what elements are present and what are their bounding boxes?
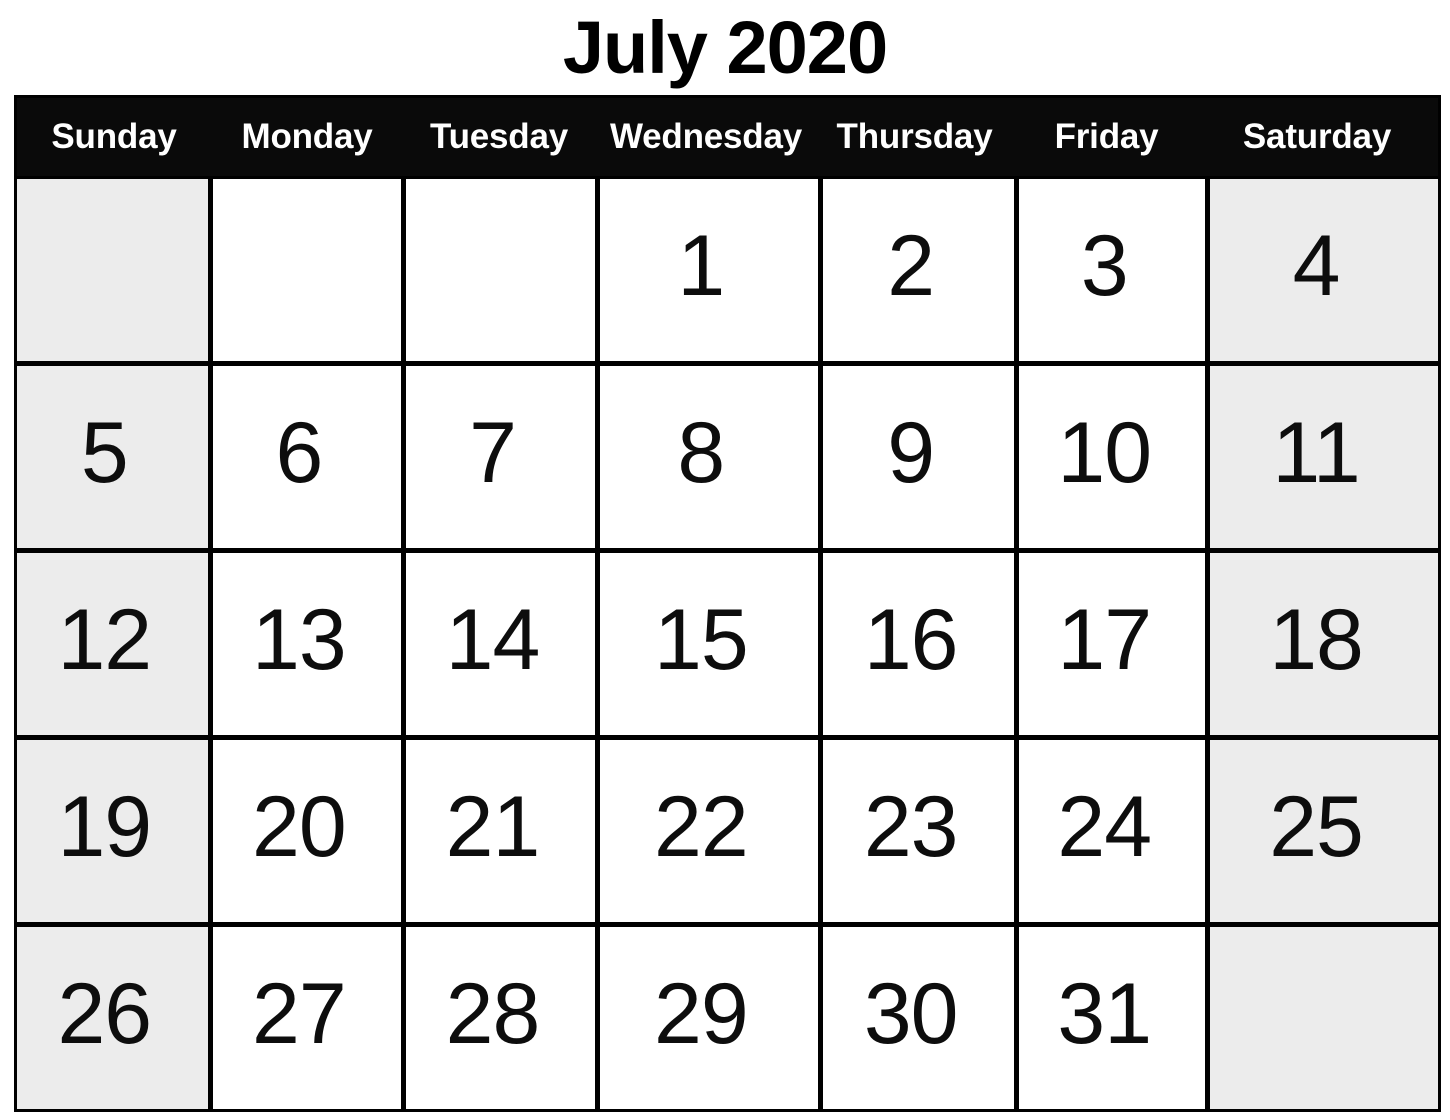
calendar-day-cell[interactable]: 29 xyxy=(599,927,818,1109)
calendar-day-cell[interactable]: 26 xyxy=(17,927,208,1109)
calendar-day-cell[interactable]: 25 xyxy=(1210,740,1438,922)
day-number: 28 xyxy=(445,966,541,1062)
day-number: 2 xyxy=(887,218,935,314)
calendar-day-cell[interactable]: 16 xyxy=(822,553,1015,735)
calendar-day-cell[interactable]: 2 xyxy=(822,179,1015,361)
weekday-header-thursday: Thursday xyxy=(817,98,1012,176)
weekday-header-saturday: Saturday xyxy=(1201,98,1433,176)
calendar-day-cell[interactable]: 19 xyxy=(17,740,208,922)
calendar-day-cell[interactable]: 28 xyxy=(406,927,595,1109)
calendar-day-cell[interactable]: 5 xyxy=(17,366,208,548)
calendar-day-cell[interactable]: 14 xyxy=(406,553,595,735)
day-number: 7 xyxy=(469,405,517,501)
calendar-day-cell[interactable]: 4 xyxy=(1210,179,1438,361)
calendar-week-row: 1 2 3 4 xyxy=(17,179,1438,361)
calendar-day-cell[interactable]: 11 xyxy=(1210,366,1438,548)
day-number: 23 xyxy=(863,779,959,875)
weekday-header-row: Sunday Monday Tuesday Wednesday Thursday… xyxy=(17,98,1438,176)
day-number: 18 xyxy=(1269,592,1364,688)
calendar-day-cell[interactable] xyxy=(212,179,402,361)
day-number: 12 xyxy=(57,592,152,688)
day-number: 13 xyxy=(252,592,347,688)
calendar-day-cell[interactable]: 10 xyxy=(1019,366,1206,548)
day-number: 11 xyxy=(1272,405,1360,501)
day-number: 8 xyxy=(677,405,725,501)
page-title: July 2020 xyxy=(562,6,888,89)
day-number: 1 xyxy=(677,218,725,314)
day-number: 22 xyxy=(654,779,749,875)
calendar-week-row: 26 27 28 29 30 31 xyxy=(17,927,1438,1109)
day-number: 3 xyxy=(1080,218,1129,314)
calendar-day-cell[interactable]: 12 xyxy=(17,553,208,735)
day-number: 21 xyxy=(445,779,541,875)
calendar-day-cell[interactable] xyxy=(17,179,208,361)
day-number: 16 xyxy=(863,592,959,688)
day-number: 27 xyxy=(252,966,347,1062)
day-number: 10 xyxy=(1057,405,1152,501)
day-number: 9 xyxy=(887,405,935,501)
day-number: 5 xyxy=(80,405,129,501)
calendar-day-cell[interactable]: 18 xyxy=(1210,553,1438,735)
calendar-day-cell[interactable] xyxy=(1210,927,1438,1109)
calendar-day-cell[interactable]: 13 xyxy=(212,553,402,735)
calendar-day-cell[interactable]: 8 xyxy=(599,366,818,548)
calendar-page: July 2020 Sunday Monday Tuesday Wednesda… xyxy=(0,0,1450,1120)
day-number: 31 xyxy=(1057,966,1152,1062)
weekday-header-wednesday: Wednesday xyxy=(595,98,817,176)
day-number: 4 xyxy=(1292,218,1341,314)
calendar-day-cell[interactable]: 1 xyxy=(599,179,818,361)
day-number: 30 xyxy=(863,966,959,1062)
calendar-week-row: 12 13 14 15 16 17 18 xyxy=(17,553,1438,735)
calendar-day-cell[interactable]: 3 xyxy=(1019,179,1206,361)
calendar-week-row: 5 6 7 8 9 10 11 xyxy=(17,366,1438,548)
calendar-day-cell[interactable]: 6 xyxy=(212,366,402,548)
day-number: 17 xyxy=(1057,592,1152,688)
calendar-day-cell[interactable]: 20 xyxy=(212,740,402,922)
day-number: 25 xyxy=(1269,779,1364,875)
calendar-grid: Sunday Monday Tuesday Wednesday Thursday… xyxy=(14,95,1441,1112)
day-number: 26 xyxy=(57,966,152,1062)
calendar-day-cell[interactable]: 17 xyxy=(1019,553,1206,735)
weekday-header-friday: Friday xyxy=(1012,98,1201,176)
weekday-header-sunday: Sunday xyxy=(17,98,211,176)
calendar-day-cell[interactable]: 15 xyxy=(599,553,818,735)
calendar-day-cell[interactable]: 21 xyxy=(406,740,595,922)
calendar-week-row: 19 20 21 22 23 24 25 xyxy=(17,740,1438,922)
calendar-day-cell[interactable]: 7 xyxy=(406,366,595,548)
calendar-day-cell[interactable]: 31 xyxy=(1019,927,1206,1109)
calendar-day-cell[interactable] xyxy=(406,179,595,361)
calendar-day-cell[interactable]: 24 xyxy=(1019,740,1206,922)
calendar-day-cell[interactable]: 27 xyxy=(212,927,402,1109)
day-number: 20 xyxy=(252,779,347,875)
calendar-day-cell[interactable]: 23 xyxy=(822,740,1015,922)
day-number: 14 xyxy=(445,592,541,688)
day-number: 15 xyxy=(654,592,749,688)
calendar-day-cell[interactable]: 9 xyxy=(822,366,1015,548)
day-number: 19 xyxy=(57,779,152,875)
day-number: 24 xyxy=(1057,779,1152,875)
day-number: 6 xyxy=(275,405,323,501)
calendar-day-cell[interactable]: 22 xyxy=(599,740,818,922)
weekday-header-tuesday: Tuesday xyxy=(403,98,595,176)
day-number: 29 xyxy=(654,966,749,1062)
weekday-header-monday: Monday xyxy=(211,98,403,176)
calendar-day-cell[interactable]: 30 xyxy=(822,927,1015,1109)
